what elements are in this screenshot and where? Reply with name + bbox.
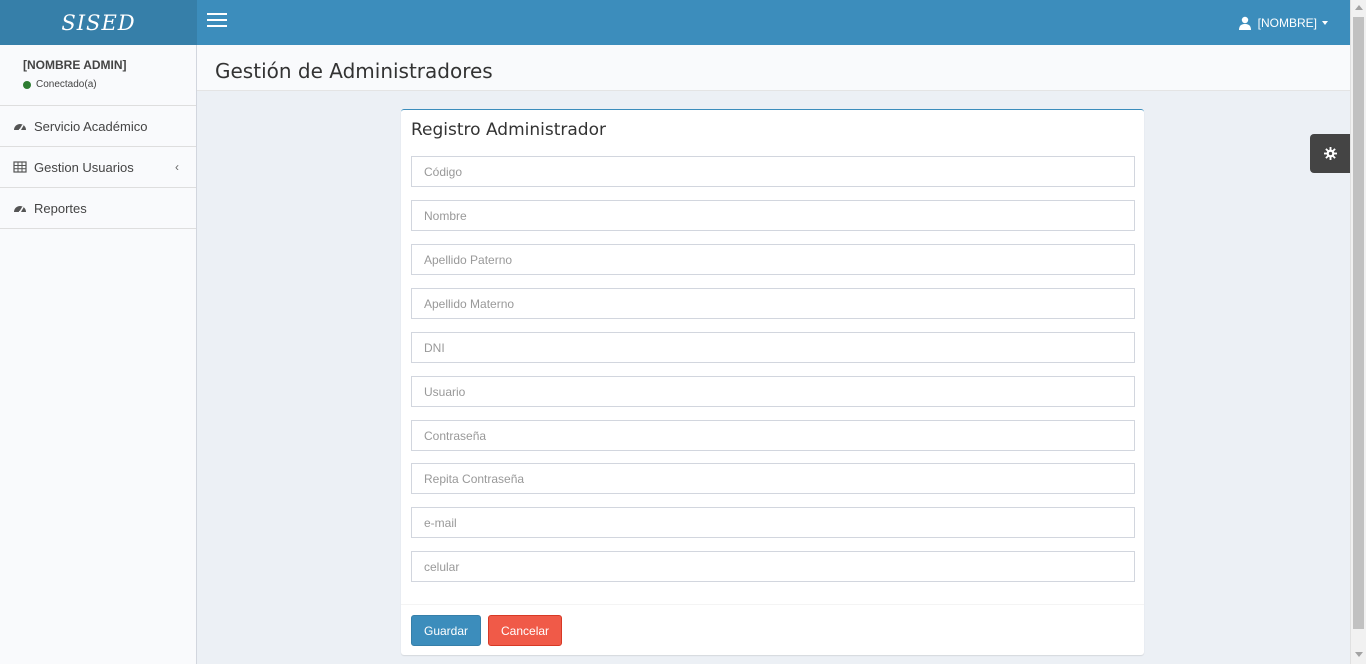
nombre-field[interactable] <box>411 200 1135 231</box>
register-admin-form: Registro Administrador Guardar Cancelar <box>401 109 1144 655</box>
usuario-field[interactable] <box>411 376 1135 407</box>
caret-down-icon <box>1322 20 1328 25</box>
online-dot-icon <box>23 80 31 89</box>
admin-name: [NOMBRE ADMIN] <box>23 58 127 72</box>
user-icon <box>1238 16 1251 30</box>
celular-field[interactable] <box>411 551 1135 582</box>
top-navbar: SISED [NOMBRE] <box>0 0 1350 45</box>
apellido-materno-field[interactable] <box>411 288 1135 319</box>
email-field[interactable] <box>411 507 1135 538</box>
cancel-button[interactable]: Cancelar <box>488 615 563 646</box>
user-name: [NOMBRE] <box>1257 15 1317 30</box>
page-scrollbar[interactable] <box>1350 0 1366 664</box>
table-icon <box>13 161 27 173</box>
sidebar-item-label: Gestion Usuarios <box>34 159 134 175</box>
scroll-thumb[interactable] <box>1353 17 1364 629</box>
user-panel: [NOMBRE ADMIN] Conectado(a) <box>0 45 196 106</box>
sidebar-item-servicio-academico[interactable]: Servicio Académico <box>0 106 196 147</box>
sidebar-item-reportes[interactable]: Reportes <box>0 188 196 229</box>
dashboard-icon <box>14 124 26 132</box>
content-header: Gestión de Administradores <box>197 45 1350 91</box>
sidebar-item-label: Servicio Académico <box>34 118 148 134</box>
scroll-up-arrow-icon[interactable] <box>1355 5 1363 10</box>
sidebar-item-label: Reportes <box>34 200 87 216</box>
dashboard-icon <box>14 206 26 214</box>
save-button[interactable]: Guardar <box>411 615 482 646</box>
dni-field[interactable] <box>411 332 1135 363</box>
gear-icon <box>1323 147 1337 160</box>
page-title: Gestión de Administradores <box>215 59 493 83</box>
app-logo[interactable]: SISED <box>0 0 197 45</box>
password-field[interactable] <box>411 420 1135 451</box>
apellido-paterno-field[interactable] <box>411 244 1135 275</box>
repeat-password-field[interactable] <box>411 463 1135 494</box>
user-menu[interactable]: [NOMBRE] <box>1238 0 1328 45</box>
form-footer: Guardar Cancelar <box>401 604 1144 656</box>
scroll-down-arrow-icon[interactable] <box>1355 652 1363 657</box>
status-indicator: Conectado(a) <box>23 79 196 90</box>
sidebar-item-gestion-usuarios[interactable]: Gestion Usuarios ‹ <box>0 147 196 188</box>
settings-tab[interactable] <box>1310 134 1350 173</box>
sidebar: [NOMBRE ADMIN] Conectado(a) Servicio Aca… <box>0 45 197 664</box>
form-title: Registro Administrador <box>411 120 606 140</box>
chevron-left-icon: ‹ <box>175 160 179 174</box>
status-label: Conectado(a) <box>36 79 97 90</box>
codigo-field[interactable] <box>411 156 1135 187</box>
menu-toggle-icon[interactable] <box>207 13 227 31</box>
